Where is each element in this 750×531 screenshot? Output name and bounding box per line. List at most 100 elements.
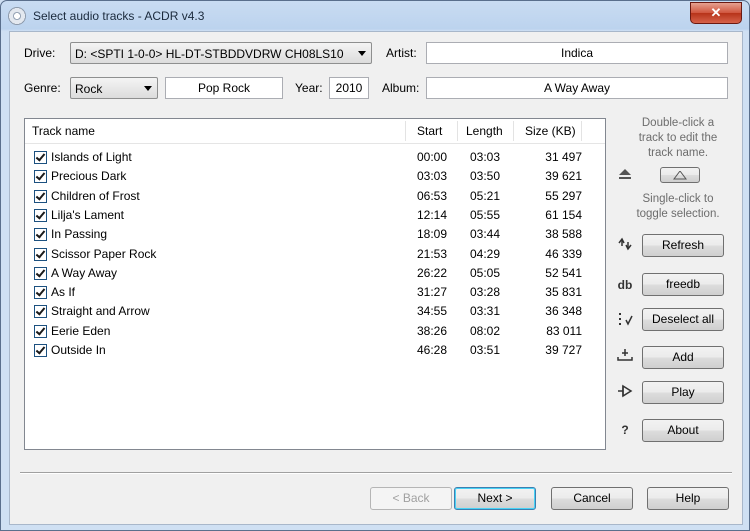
year-label: Year:: [295, 81, 323, 95]
table-row[interactable]: Scissor Paper Rock 21:53 04:29 46 339: [25, 245, 605, 264]
track-size-cell: 39 727: [545, 343, 582, 357]
track-checkbox[interactable]: [34, 344, 47, 357]
track-checkbox[interactable]: [34, 286, 47, 300]
track-name-cell: As If: [51, 285, 76, 300]
column-divider: [457, 121, 458, 141]
track-checkbox[interactable]: [34, 208, 47, 222]
about-icon: ?: [621, 423, 629, 437]
deselect-all-button[interactable]: Deselect all: [642, 308, 724, 331]
app-icon: [8, 7, 26, 25]
chevron-down-icon: [144, 86, 152, 91]
track-length-cell: 03:31: [470, 304, 501, 319]
edit-hint-line: Double-click a: [641, 117, 715, 129]
track-list-header: Track name Start Length Size (KB): [25, 119, 605, 144]
track-list[interactable]: Track name Start Length Size (KB) Island…: [24, 118, 606, 450]
album-field[interactable]: A Way Away: [426, 77, 728, 99]
album-label: Album:: [382, 81, 420, 95]
table-row[interactable]: Lilja's Lament 12:14 05:55 61 154: [25, 206, 605, 225]
chevron-down-icon: [358, 51, 366, 56]
help-button[interactable]: Help: [647, 487, 729, 510]
add-button[interactable]: Add: [642, 346, 724, 369]
edit-hint: Double-click a track to edit the track n…: [614, 116, 742, 161]
track-start-cell: 18:09: [417, 227, 448, 242]
title-bar[interactable]: Select audio tracks - ACDR v4.3 ✕: [1, 1, 749, 31]
table-row[interactable]: Precious Dark 03:03 03:50 39 621: [25, 167, 605, 186]
track-length-cell: 05:05: [470, 265, 501, 280]
column-track-name[interactable]: Track name: [32, 119, 95, 143]
toggle-hint-line: toggle selection.: [636, 208, 720, 220]
table-row[interactable]: Eerie Eden 38:26 08:02 83 011: [25, 322, 605, 341]
drive-value: D: <SPTI 1-0-0> HL-DT-STBDDVDRW CH08LS10: [75, 47, 344, 61]
track-name-cell: Precious Dark: [51, 169, 127, 184]
play-button[interactable]: Play: [642, 381, 724, 404]
track-length-cell: 05:55: [470, 207, 501, 222]
column-divider: [405, 121, 406, 141]
column-size[interactable]: Size (KB): [525, 119, 576, 143]
track-start-cell: 12:14: [417, 207, 448, 222]
track-checkbox[interactable]: [34, 151, 47, 164]
track-size-cell: 52 541: [545, 265, 582, 280]
genre-text-field[interactable]: Pop Rock: [165, 77, 283, 99]
genre-select[interactable]: Rock: [70, 77, 158, 99]
about-button[interactable]: About: [642, 419, 724, 442]
track-length-cell: 03:51: [470, 343, 501, 357]
track-name-cell: Eerie Eden: [51, 323, 111, 338]
freedb-icon: db: [617, 278, 633, 292]
refresh-icon: [615, 237, 635, 253]
cancel-button[interactable]: Cancel: [551, 487, 633, 510]
table-row[interactable]: Islands of Light 00:00 03:03 31 497: [25, 148, 605, 167]
track-size-cell: 46 339: [545, 246, 582, 261]
table-row[interactable]: Straight and Arrow 34:55 03:31 36 348: [25, 302, 605, 321]
freedb-button[interactable]: freedb: [642, 273, 724, 296]
refresh-button[interactable]: Refresh: [642, 234, 724, 257]
track-checkbox[interactable]: [34, 266, 47, 280]
track-size-cell: 36 348: [545, 304, 582, 319]
track-checkbox[interactable]: [34, 189, 47, 203]
track-name-cell: Lilja's Lament: [51, 207, 124, 222]
table-row[interactable]: In Passing 18:09 03:44 38 588: [25, 225, 605, 244]
window-title: Select audio tracks - ACDR v4.3: [33, 9, 205, 23]
column-divider: [513, 121, 514, 141]
track-size-cell: 35 831: [545, 285, 582, 300]
track-checkbox[interactable]: [34, 305, 47, 319]
track-size-cell: 61 154: [545, 207, 582, 222]
track-start-cell: 31:27: [417, 285, 448, 300]
track-size-cell: 55 297: [545, 188, 582, 203]
track-size-cell: 38 588: [545, 227, 582, 242]
eject-button[interactable]: [660, 167, 700, 183]
track-name-cell: Outside In: [51, 343, 106, 357]
next-button[interactable]: Next >: [454, 487, 536, 510]
track-size-cell: 39 621: [545, 169, 582, 184]
track-length-cell: 08:02: [470, 323, 501, 338]
drive-select[interactable]: D: <SPTI 1-0-0> HL-DT-STBDDVDRW CH08LS10: [70, 42, 372, 64]
track-start-cell: 34:55: [417, 304, 448, 319]
back-button[interactable]: < Back: [370, 487, 452, 510]
track-length-cell: 03:28: [470, 285, 501, 300]
track-checkbox[interactable]: [34, 247, 47, 261]
table-row[interactable]: Children of Frost 06:53 05:21 55 297: [25, 187, 605, 206]
track-name-cell: Islands of Light: [51, 150, 132, 164]
track-start-cell: 38:26: [417, 323, 448, 338]
table-row[interactable]: A Way Away 26:22 05:05 52 541: [25, 264, 605, 283]
track-size-cell: 31 497: [545, 150, 582, 164]
play-icon: [615, 384, 635, 400]
track-length-cell: 04:29: [470, 246, 501, 261]
track-checkbox[interactable]: [34, 228, 47, 242]
artist-field[interactable]: Indica: [426, 42, 728, 64]
year-field[interactable]: 2010: [329, 77, 369, 99]
deselect-icon: [615, 312, 635, 328]
track-name-cell: Straight and Arrow: [51, 304, 150, 319]
table-row[interactable]: As If 31:27 03:28 35 831: [25, 283, 605, 302]
track-checkbox[interactable]: [34, 324, 47, 338]
track-start-cell: 03:03: [417, 169, 448, 184]
column-start[interactable]: Start: [417, 119, 442, 143]
column-length[interactable]: Length: [466, 119, 503, 143]
add-icon: [615, 348, 635, 364]
track-start-cell: 46:28: [417, 343, 448, 357]
track-length-cell: 03:03: [470, 150, 501, 164]
track-name-cell: Scissor Paper Rock: [51, 246, 157, 261]
close-button[interactable]: ✕: [690, 2, 742, 24]
track-checkbox[interactable]: [34, 170, 47, 184]
column-divider: [581, 121, 582, 141]
table-row[interactable]: Outside In 46:28 03:51 39 727: [25, 341, 605, 360]
